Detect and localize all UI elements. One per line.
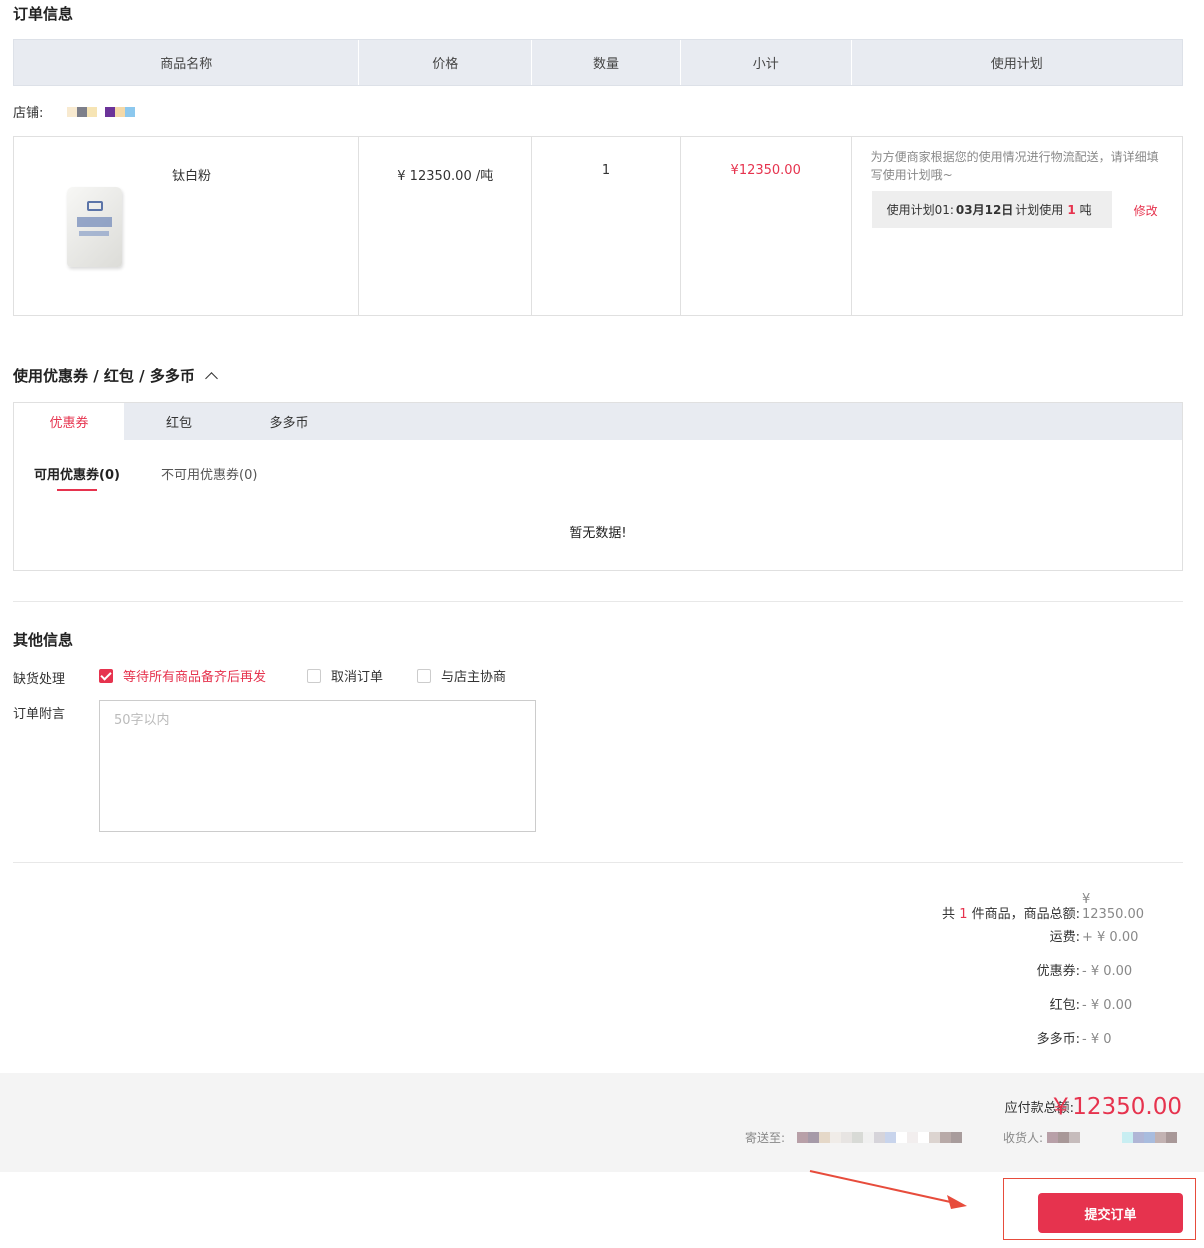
receiver: 收货人: bbox=[1003, 1129, 1178, 1146]
plan-cell: 为方便商家根据您的使用情况进行物流配送，请详细填写使用计划哦~ 使用计划01: … bbox=[852, 137, 1182, 315]
product-subtotal: ¥12350.00 bbox=[730, 163, 801, 178]
order-info-title: 订单信息 bbox=[13, 5, 74, 23]
chevron-up-icon bbox=[204, 371, 218, 385]
summary-goods-value: ¥ 12350.00 bbox=[1082, 892, 1145, 922]
annotation-arrow-icon bbox=[809, 1170, 967, 1209]
submit-order-button[interactable]: 提交订单 bbox=[1038, 1193, 1183, 1233]
summary-shipping-value: + ¥ 0.00 bbox=[1082, 930, 1139, 945]
ship-to-label: 寄送至: bbox=[745, 1131, 786, 1145]
checkbox-checked-icon[interactable] bbox=[99, 668, 113, 683]
active-subtab-indicator bbox=[57, 489, 97, 491]
order-note-label: 订单附言 bbox=[13, 707, 66, 722]
receiver-phone-redacted bbox=[1122, 1132, 1178, 1143]
stock-option-cancel[interactable]: 取消订单 bbox=[307, 666, 383, 685]
option-label: 与店主协商 bbox=[441, 670, 507, 685]
product-cell: 钛白粉 bbox=[14, 137, 360, 315]
plan-prefix: 使用计划01: bbox=[886, 203, 954, 217]
stock-handling-label: 缺货处理 bbox=[13, 672, 66, 687]
stock-option-negotiate[interactable]: 与店主协商 bbox=[417, 666, 506, 685]
receiver-label: 收货人: bbox=[1003, 1131, 1044, 1145]
quantity-cell: 1 bbox=[532, 137, 681, 315]
col-header-subtotal: 小计 bbox=[681, 40, 852, 85]
plan-unit: 吨 bbox=[1079, 203, 1092, 217]
summary-count: 1 bbox=[959, 907, 968, 922]
checkbox-icon[interactable] bbox=[417, 668, 431, 683]
product-quantity: 1 bbox=[601, 163, 611, 178]
coupon-section-toggle[interactable]: 使用优惠券 / 红包 / 多多币 bbox=[13, 365, 218, 386]
summary-red-packet: 红包: - ¥ 0.00 bbox=[854, 994, 1154, 1013]
summary-coins-value: - ¥ 0 bbox=[1082, 1032, 1112, 1047]
col-header-price: 价格 bbox=[359, 40, 533, 85]
modify-plan-link[interactable]: 修改 bbox=[1134, 202, 1158, 219]
tab-coupons[interactable]: 优惠券 bbox=[14, 403, 124, 440]
coupon-panel: 优惠券 红包 多多币 可用优惠券(0) 不可用优惠券(0) 暂无数据! bbox=[13, 402, 1183, 571]
checkbox-icon[interactable] bbox=[307, 668, 321, 683]
summary-count-prefix: 共 bbox=[942, 907, 956, 922]
plan-mid: 计划使用 bbox=[1015, 203, 1064, 217]
col-header-quantity: 数量 bbox=[532, 40, 681, 85]
divider bbox=[13, 862, 1183, 863]
col-header-plan: 使用计划 bbox=[990, 57, 1043, 72]
shop-row: 店铺: bbox=[13, 102, 136, 121]
plan-qty: 1 bbox=[1067, 202, 1076, 217]
shop-name-redacted bbox=[67, 106, 136, 117]
receiver-name-redacted bbox=[1047, 1132, 1081, 1143]
shop-label: 店铺: bbox=[13, 106, 44, 121]
summary-coupon: 优惠券: - ¥ 0.00 bbox=[854, 960, 1154, 979]
summary-coins: 多多币: - ¥ 0 bbox=[854, 1028, 1154, 1047]
col-header-product: 商品名称 bbox=[14, 40, 360, 85]
summary-coins-label: 多多币: bbox=[1036, 1032, 1080, 1047]
order-note-input[interactable] bbox=[99, 700, 536, 832]
coupon-section-title: 使用优惠券 / 红包 / 多多币 bbox=[13, 367, 195, 385]
subtotal-cell: ¥12350.00 bbox=[681, 137, 852, 315]
summary-count-suffix: 件商品，商品总额: bbox=[971, 907, 1080, 922]
stock-option-wait[interactable]: 等待所有商品备齐后再发 bbox=[99, 666, 266, 685]
summary-goods-total: 共 1 件商品，商品总额:¥ 12350.00 bbox=[854, 892, 1154, 922]
subtab-available-coupons[interactable]: 可用优惠券(0) bbox=[34, 464, 120, 483]
ship-to: 寄送至: bbox=[745, 1129, 963, 1146]
tab-red-packet[interactable]: 红包 bbox=[124, 403, 234, 440]
coupon-tabs: 优惠券 红包 多多币 bbox=[14, 403, 1182, 440]
product-name[interactable]: 钛白粉 bbox=[172, 165, 211, 184]
plan-entry: 使用计划01: 03月12日 计划使用 1 吨 bbox=[871, 191, 1112, 228]
summary-coupon-value: - ¥ 0.00 bbox=[1082, 964, 1133, 979]
summary-red-packet-label: 红包: bbox=[1049, 998, 1080, 1013]
address-redacted bbox=[797, 1132, 963, 1143]
price-cell: ¥ 12350.00 /吨 bbox=[359, 137, 533, 315]
empty-state-text: 暂无数据! bbox=[569, 526, 627, 541]
subtab-unavailable-coupons[interactable]: 不可用优惠券(0) bbox=[161, 464, 257, 483]
plan-date: 03月12日 bbox=[955, 203, 1014, 217]
divider bbox=[13, 601, 1183, 602]
summary-shipping-label: 运费: bbox=[1049, 930, 1080, 945]
order-item-row: 钛白粉 ¥ 12350.00 /吨 1 ¥12350.00 为方便商家根据您的使… bbox=[13, 136, 1183, 316]
payment-footer bbox=[0, 1073, 1204, 1172]
summary-red-packet-value: - ¥ 0.00 bbox=[1082, 998, 1133, 1013]
other-info-title: 其他信息 bbox=[13, 631, 74, 649]
summary-shipping: 运费: + ¥ 0.00 bbox=[854, 926, 1154, 945]
plan-note: 为方便商家根据您的使用情况进行物流配送，请详细填写使用计划哦~ bbox=[870, 150, 1159, 182]
payable-amount: ￥12350.00 bbox=[1049, 1094, 1182, 1120]
product-price: ¥ 12350.00 /吨 bbox=[397, 169, 494, 184]
option-label: 等待所有商品备齐后再发 bbox=[123, 670, 267, 685]
summary-coupon-label: 优惠券: bbox=[1036, 964, 1080, 979]
product-image[interactable] bbox=[67, 187, 122, 267]
order-table-header: 商品名称 价格 数量 小计 使用计划 bbox=[13, 39, 1183, 86]
option-label: 取消订单 bbox=[331, 670, 384, 685]
tab-coins[interactable]: 多多币 bbox=[234, 403, 344, 440]
